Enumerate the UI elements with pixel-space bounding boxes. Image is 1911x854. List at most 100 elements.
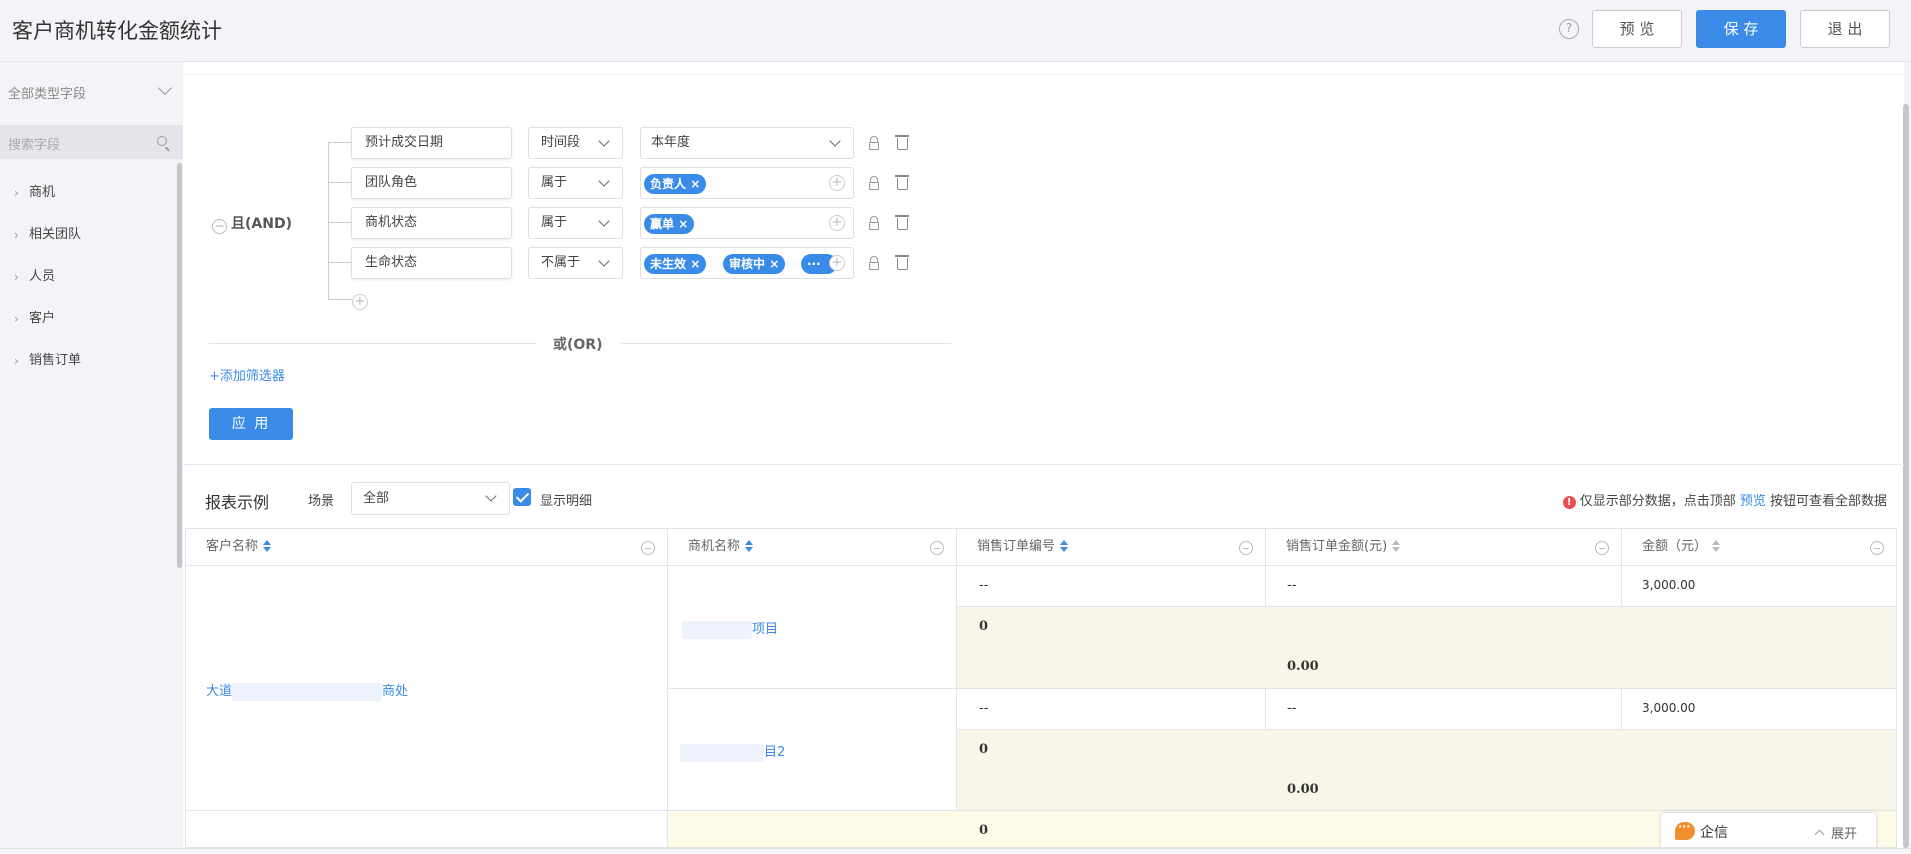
chat-icon [1675, 820, 1695, 840]
redacted-text [682, 620, 752, 639]
lock-icon[interactable] [869, 256, 879, 270]
and-group-label[interactable]: − 且(AND) [212, 213, 292, 234]
field-search-input[interactable]: 搜索字段 [0, 125, 183, 159]
customer-cell: 大道 商处 [185, 566, 668, 811]
filter-operator-2[interactable]: 属于 [528, 167, 623, 199]
column-header-opportunity[interactable]: 商机名称 [668, 528, 957, 566]
chat-widget-name: 企信 [1700, 825, 1728, 841]
opportunity-name-visible: 项目 [752, 622, 779, 637]
main-scrollbar[interactable] [1903, 104, 1909, 848]
filter-operator-4[interactable]: 不属于 [528, 247, 623, 279]
add-value-icon[interactable]: + [829, 215, 845, 231]
sidebar-item-team[interactable]: 相关团队 [0, 214, 81, 256]
sort-icon[interactable] [745, 540, 754, 552]
trash-icon[interactable] [895, 215, 909, 230]
qixin-chat-widget[interactable]: 企信 展开 [1660, 812, 1877, 848]
sort-icon[interactable] [1392, 540, 1401, 552]
filter-value-3[interactable]: 赢单 × + [640, 207, 854, 239]
total-count: 0 [979, 823, 989, 838]
filter-value-2[interactable]: 负责人 × + [640, 167, 854, 199]
add-value-icon[interactable]: + [829, 255, 845, 271]
collapse-icon[interactable]: − [212, 219, 227, 234]
sort-icon[interactable] [1712, 540, 1721, 552]
divider [183, 464, 1904, 465]
value-tag[interactable]: 未生效 × [644, 254, 707, 274]
sort-icon[interactable] [1060, 540, 1069, 552]
sidebar-item-person[interactable]: 人员 [0, 256, 81, 298]
search-placeholder: 搜索字段 [8, 138, 61, 153]
column-header-customer[interactable]: 客户名称 [185, 528, 668, 566]
sidebar-item-sales-order[interactable]: 销售订单 [0, 340, 81, 382]
filter-field-1[interactable]: 预计成交日期 [351, 127, 512, 159]
opportunity-name-link[interactable]: 项目 [682, 618, 778, 639]
trash-icon[interactable] [895, 175, 909, 190]
customer-name-link[interactable]: 大道 商处 [206, 680, 408, 701]
apply-button[interactable]: 应 用 [209, 408, 293, 440]
filter-field-3[interactable]: 商机状态 [351, 207, 512, 239]
add-condition-icon[interactable]: + [352, 294, 368, 310]
opportunity-name-link[interactable]: 目2 [680, 741, 785, 762]
sidebar-item-opportunity[interactable]: 商机 [0, 172, 81, 214]
filter-operator-3[interactable]: 属于 [528, 207, 623, 239]
opportunity-cell: 目2 [668, 689, 957, 811]
order-amount-value: -- [1287, 701, 1297, 716]
redacted-text [232, 682, 383, 701]
filter-operator-1-label: 时间段 [541, 135, 581, 150]
column-header-label: 销售订单编号 [977, 539, 1056, 554]
filter-operator-1[interactable]: 时间段 [528, 127, 623, 159]
total-row-label-cell [185, 811, 668, 848]
notice-preview-link[interactable]: 预览 [1740, 494, 1766, 509]
value-tag-label: 审核中 [729, 257, 766, 271]
add-value-icon[interactable]: + [829, 175, 845, 191]
sidebar-item-customer[interactable]: 客户 [0, 298, 81, 340]
column-header-order-amount[interactable]: 销售订单金额(元) [1266, 528, 1622, 566]
lock-icon[interactable] [869, 216, 879, 230]
lock-icon[interactable] [869, 176, 879, 190]
exit-button[interactable]: 退 出 [1800, 10, 1890, 48]
filter-field-2[interactable]: 团队角色 [351, 167, 512, 199]
column-menu-icon[interactable] [1870, 541, 1884, 555]
show-detail-checkbox[interactable] [513, 488, 531, 506]
divider [621, 343, 951, 344]
filter-value-4[interactable]: 未生效 × 审核中 × ··· + [640, 247, 854, 279]
value-tag[interactable]: 负责人 × [644, 174, 707, 194]
order-no-value: -- [979, 578, 989, 593]
subtotal-row: 0 0.00 [957, 607, 1897, 689]
column-menu-icon[interactable] [1239, 541, 1253, 555]
sidebar-scrollbar[interactable] [177, 163, 182, 568]
add-filter-link[interactable]: +添加筛选器 [209, 365, 285, 384]
lock-icon[interactable] [869, 136, 879, 150]
save-button[interactable]: 保 存 [1696, 10, 1786, 48]
order-no-cell: -- [957, 566, 1266, 607]
chevron-down-icon [485, 490, 497, 502]
show-detail-label[interactable]: 显示明细 [540, 490, 592, 509]
column-header-order-no[interactable]: 销售订单编号 [957, 528, 1266, 566]
value-tag-label: 负责人 [650, 177, 687, 191]
value-tag[interactable]: 赢单 × [644, 214, 695, 234]
column-menu-icon[interactable] [930, 541, 944, 555]
column-header-amount[interactable]: 金额（元） [1622, 528, 1897, 566]
help-icon[interactable]: ? [1559, 19, 1579, 39]
trash-icon[interactable] [895, 255, 909, 270]
scene-select[interactable]: 全部 [351, 482, 510, 515]
filter-field-4[interactable]: 生命状态 [351, 247, 512, 279]
chevron-down-icon [157, 80, 173, 96]
chat-expand-button[interactable]: 展开 [1816, 823, 1857, 842]
preview-button[interactable]: 预 览 [1592, 10, 1682, 48]
search-icon[interactable] [157, 136, 167, 146]
column-menu-icon[interactable] [641, 541, 655, 555]
column-menu-icon[interactable] [1595, 541, 1609, 555]
customer-name-start: 大道 [206, 684, 233, 699]
field-type-select[interactable]: 全部类型字段 [8, 80, 173, 102]
tree-branch [328, 299, 352, 300]
value-tag[interactable]: 审核中 × [723, 254, 786, 274]
filter-value-1[interactable]: 本年度 [640, 127, 854, 159]
column-header-label: 金额（元） [1642, 539, 1708, 554]
column-header-label: 客户名称 [206, 539, 259, 554]
field-list: 商机 相关团队 人员 客户 销售订单 [0, 172, 81, 382]
trash-icon[interactable] [895, 135, 909, 150]
amount-cell: 3,000.00 [1622, 689, 1897, 730]
column-header-label: 销售订单金额(元) [1286, 539, 1388, 554]
filter-operator-2-label: 属于 [541, 175, 568, 190]
sort-icon[interactable] [263, 540, 272, 552]
